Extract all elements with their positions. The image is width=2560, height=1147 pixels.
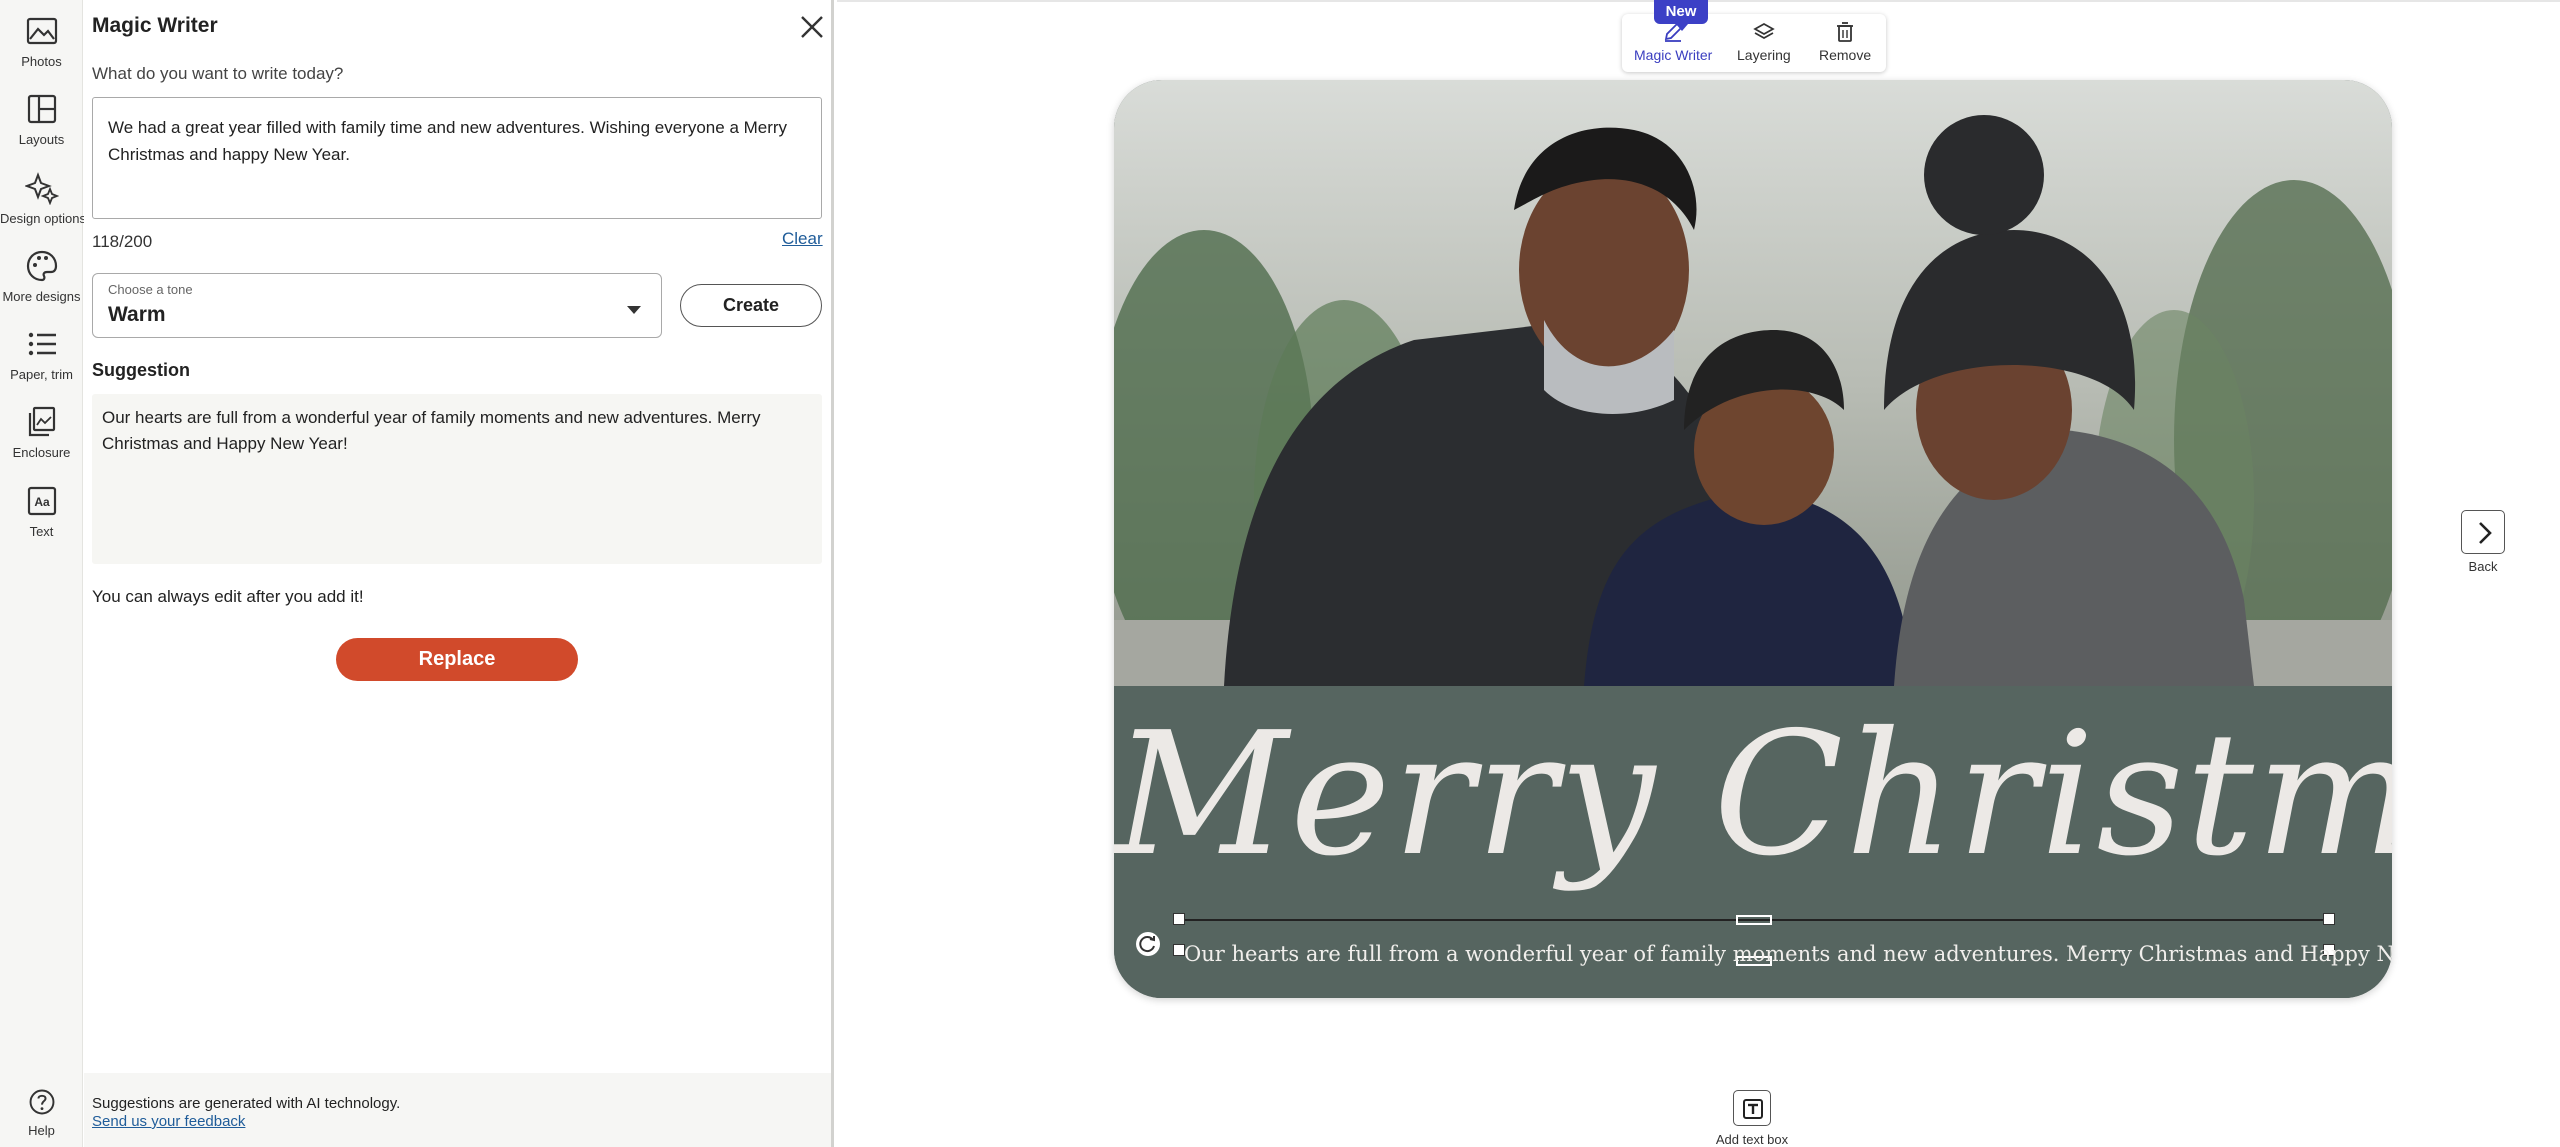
- rail-item-paper-trim[interactable]: Paper, trim: [0, 327, 83, 382]
- rail-item-label: Enclosure: [12, 445, 71, 460]
- rail-item-help[interactable]: Help: [0, 1087, 83, 1138]
- panel-footer: Suggestions are generated with AI techno…: [84, 1073, 831, 1147]
- rail-item-enclosure[interactable]: Enclosure: [0, 405, 83, 460]
- clear-link[interactable]: Clear: [782, 229, 823, 249]
- feedback-link[interactable]: Send us your feedback: [92, 1113, 245, 1130]
- toolbar-remove[interactable]: Remove: [1819, 21, 1871, 63]
- left-rail: Photos Layouts Design options More desig…: [0, 0, 86, 1147]
- rail-item-text[interactable]: Aa Text: [0, 484, 83, 539]
- next-page-label: Back: [2468, 559, 2498, 574]
- resize-handle[interactable]: [1173, 913, 1185, 925]
- rail-item-label: Layouts: [18, 132, 65, 147]
- create-button[interactable]: Create: [680, 284, 822, 327]
- tone-value: Warm: [108, 303, 166, 326]
- rail-item-label: More designs: [2, 289, 81, 304]
- rail-item-label: Text: [29, 524, 54, 539]
- new-badge: New: [1654, 0, 1708, 31]
- chevron-down-icon: [627, 306, 641, 314]
- close-icon: [801, 16, 823, 38]
- suggestion-label: Suggestion: [92, 360, 190, 380]
- prompt-textarea[interactable]: We had a great year filled with family t…: [92, 97, 822, 219]
- character-counter: 118/200: [92, 232, 153, 251]
- card-message[interactable]: Our hearts are full from a wonderful yea…: [1184, 942, 2392, 966]
- toolbar-layering[interactable]: Layering: [1737, 21, 1791, 63]
- enclosure-icon: [28, 406, 55, 437]
- rail-item-label: Paper, trim: [10, 367, 73, 382]
- add-text-box-button[interactable]: [1733, 1090, 1771, 1126]
- next-page-button[interactable]: [2461, 510, 2505, 554]
- rotate-icon: [1139, 936, 1155, 953]
- svg-text:Aa: Aa: [34, 495, 50, 509]
- text-icon: Aa: [27, 486, 56, 516]
- rail-item-more-designs[interactable]: More designs: [0, 249, 83, 304]
- ai-note: Suggestions are generated with AI techno…: [92, 1095, 401, 1112]
- rail-item-design-options[interactable]: Design options: [0, 171, 86, 226]
- resize-handle[interactable]: [1736, 915, 1772, 925]
- rail-item-label: Design options: [0, 211, 86, 226]
- add-text-icon: [1743, 1099, 1763, 1119]
- suggestion-text: Our hearts are full from a wonderful yea…: [92, 394, 822, 564]
- layers-icon: [1753, 23, 1775, 39]
- rotate-handle[interactable]: [1136, 932, 1160, 956]
- panel-title: Magic Writer: [92, 14, 218, 37]
- chevron-right-icon: [2479, 522, 2492, 544]
- card-headline[interactable]: Merry Christmas: [1114, 696, 2392, 894]
- rail-item-photos[interactable]: Photos: [0, 14, 83, 69]
- greeting-card[interactable]: Merry Christmas Our hearts are full from…: [1114, 80, 2392, 998]
- family-photo[interactable]: [1114, 80, 2392, 686]
- toolbar-magic-writer[interactable]: Magic Writer: [1634, 21, 1712, 63]
- more-designs-icon: [26, 250, 57, 282]
- design-options-icon: [24, 172, 59, 205]
- resize-handle[interactable]: [2323, 913, 2335, 925]
- replace-button[interactable]: Replace: [336, 638, 578, 681]
- toolbar-label: Magic Writer: [1634, 47, 1713, 63]
- add-text-box-label: Add text box: [1715, 1132, 1789, 1147]
- photos-icon: [26, 17, 57, 45]
- edit-note: You can always edit after you add it!: [92, 587, 364, 606]
- paper-trim-icon: [28, 332, 56, 356]
- prompt-label: What do you want to write today?: [92, 64, 344, 83]
- rail-item-label: Help: [28, 1123, 55, 1138]
- tone-select[interactable]: Choose a tone Warm: [92, 273, 662, 338]
- toolbar-label: Remove: [1819, 47, 1872, 63]
- layouts-icon: [27, 94, 56, 124]
- trash-icon: [1837, 22, 1854, 42]
- close-button[interactable]: [798, 13, 826, 41]
- toolbar-label: Layering: [1737, 47, 1791, 63]
- rail-item-label: Photos: [21, 54, 62, 69]
- card-banner: Merry Christmas Our hearts are full from…: [1114, 686, 2392, 998]
- rail-item-layouts[interactable]: Layouts: [0, 92, 83, 147]
- tone-label: Choose a tone: [108, 282, 193, 297]
- magic-writer-panel: Magic Writer What do you want to write t…: [84, 0, 834, 1147]
- help-icon: [29, 1089, 54, 1115]
